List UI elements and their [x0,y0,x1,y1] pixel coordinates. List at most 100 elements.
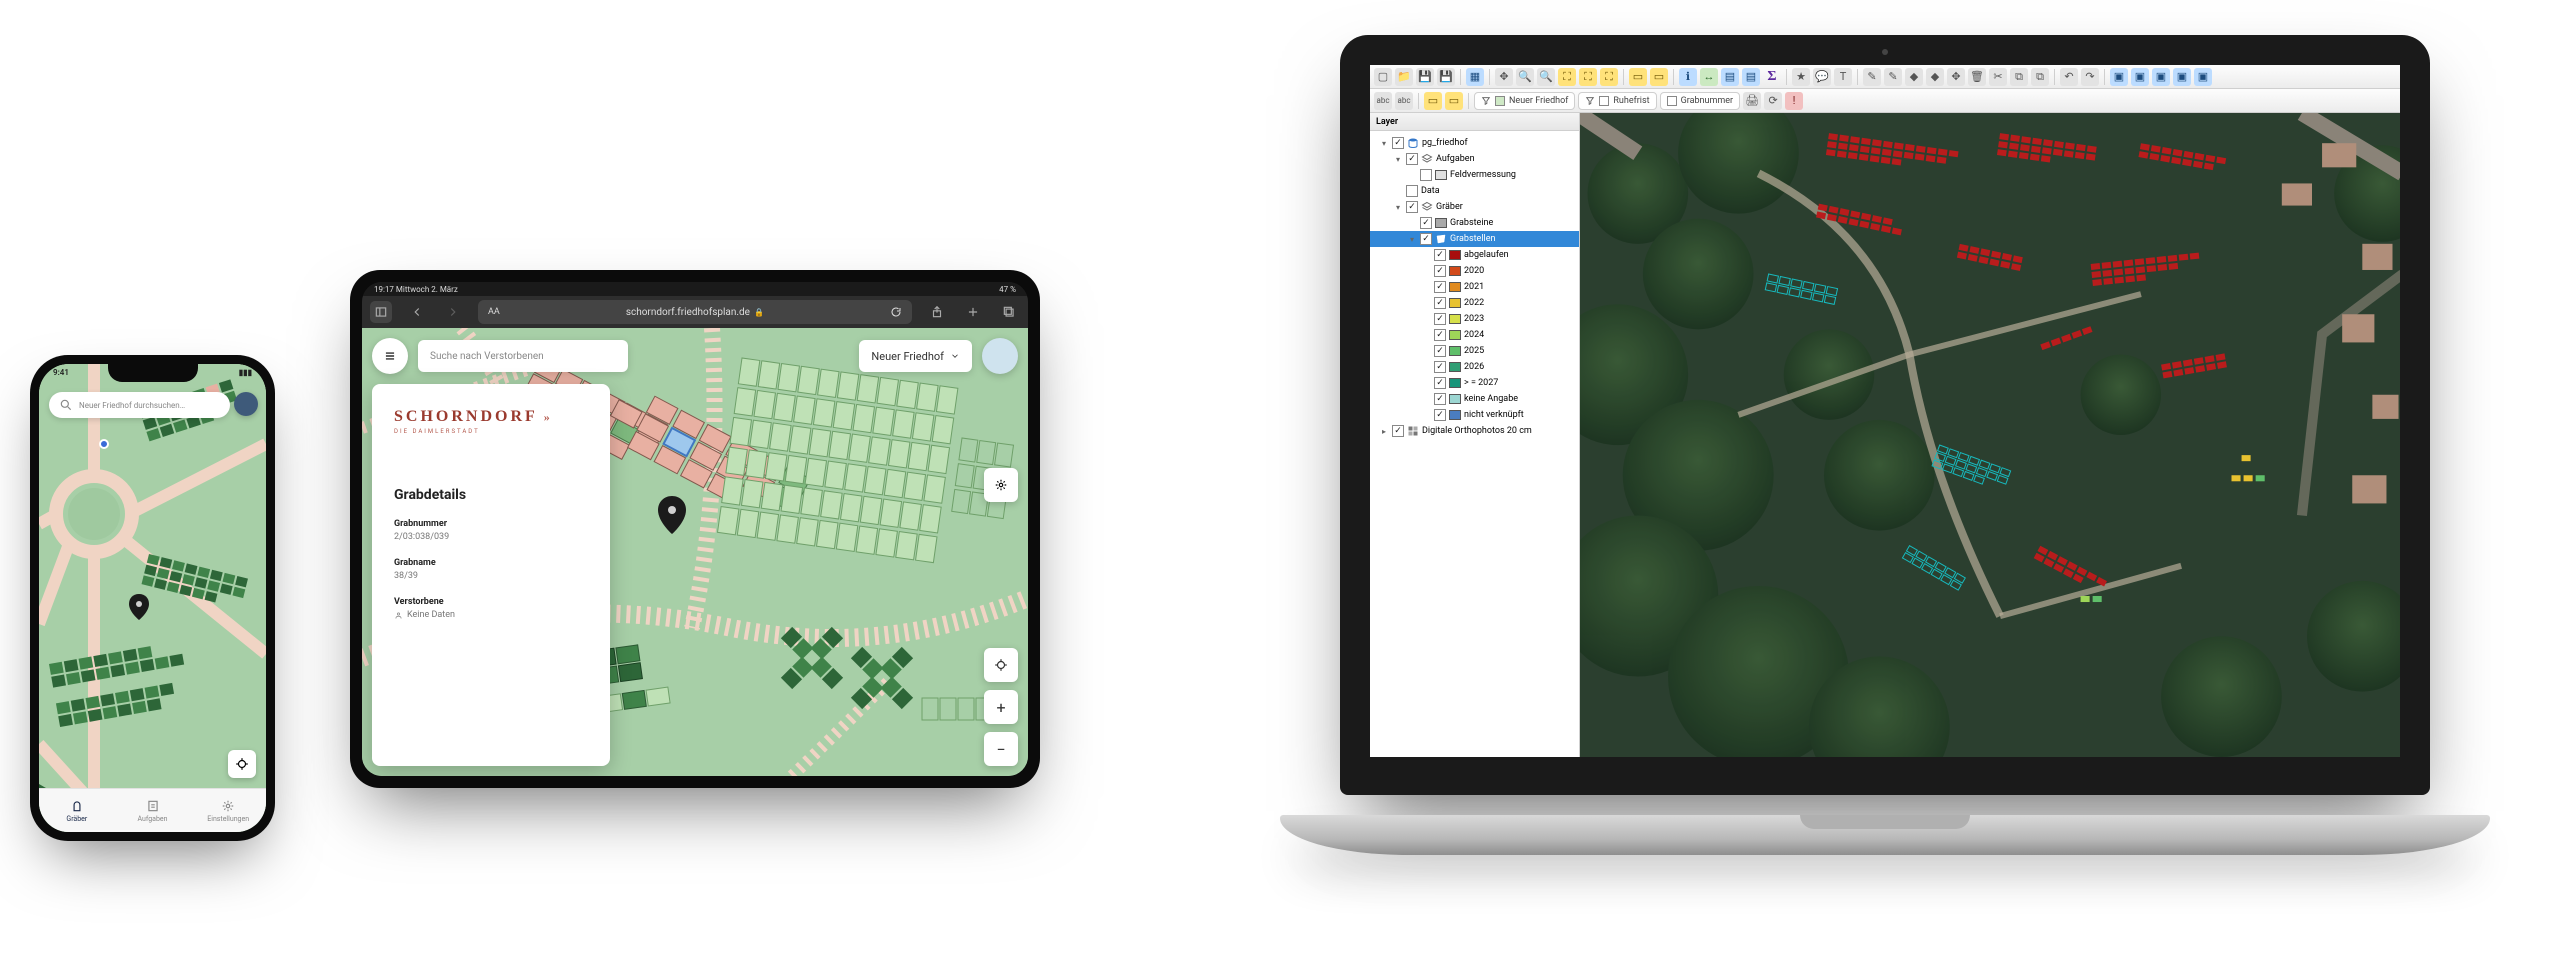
layer-tree-row[interactable]: ✓2023 [1370,311,1579,327]
layer-tree-row[interactable]: ▾✓Aufgaben [1370,151,1579,167]
layers-tree[interactable]: ▾✓pg_friedhof▾✓AufgabenFeldvermessungDat… [1370,131,1579,757]
cut-icon[interactable]: ✂ [1989,68,2007,86]
identify-icon[interactable]: ℹ [1679,68,1697,86]
print-icon[interactable]: 🖨 [1743,92,1761,110]
tree-expander-icon[interactable]: ▾ [1379,139,1389,148]
share-button[interactable] [926,301,948,323]
layer-tree-row[interactable]: ✓2025 [1370,343,1579,359]
phone-search-input[interactable]: Neuer Friedhof durchsuchen… [49,392,230,418]
add-feature-icon[interactable]: ◆ [1905,68,1923,86]
layer-tree-row[interactable]: ✓abgelaufen [1370,247,1579,263]
forward-button[interactable] [442,301,464,323]
theme-chip-rest[interactable]: Ruhefrist [1578,92,1656,110]
layer-tree-row[interactable]: ▾✓pg_friedhof [1370,135,1579,151]
tree-expander-icon[interactable]: ▾ [1407,235,1417,244]
nav-item-tasks[interactable]: Aufgaben [115,789,191,832]
new-project-icon[interactable]: ▢ [1374,68,1392,86]
layout-icon[interactable]: ▦ [1466,68,1484,86]
abc-icon[interactable]: abc [1374,92,1392,110]
redo-icon[interactable]: ↷ [2081,68,2099,86]
nav-item-graves[interactable]: Gräber [39,789,115,832]
field-calc-icon[interactable]: ▤ [1742,68,1760,86]
zoom-selection-icon[interactable]: ⛶ [1579,68,1597,86]
layer-tree-row[interactable]: ✓2021 [1370,279,1579,295]
undo-icon[interactable]: ↶ [2060,68,2078,86]
save-edits-icon[interactable]: ✎ [1884,68,1902,86]
layer-tree-row[interactable]: ▾✓Grabstellen [1370,231,1579,247]
layer-tree-row[interactable]: ✓nicht verknüpft [1370,407,1579,423]
zoom-in-icon[interactable]: 🔍 [1516,68,1534,86]
tree-checkbox[interactable]: ✓ [1434,313,1446,325]
tree-checkbox[interactable]: ✓ [1434,393,1446,405]
tree-checkbox[interactable]: ✓ [1392,137,1404,149]
paste-icon[interactable]: ⧉ [2031,68,2049,86]
vertex-tool-icon[interactable]: ◆ [1926,68,1944,86]
warning-icon[interactable]: ! [1785,92,1803,110]
copy-icon[interactable]: ⧉ [2010,68,2028,86]
tree-checkbox[interactable]: ✓ [1406,201,1418,213]
tree-checkbox[interactable]: ✓ [1434,249,1446,261]
layer-tree-row[interactable]: ✓> = 2027 [1370,375,1579,391]
save-project-icon[interactable]: 💾 [1416,68,1434,86]
attribute-table-icon[interactable]: ▤ [1721,68,1739,86]
plugin3-icon[interactable]: ▣ [2152,68,2170,86]
theme-chip-number[interactable]: Grabnummer [1660,92,1741,110]
layer-tree-row[interactable]: Feldvermessung [1370,167,1579,183]
sidebar-toggle-button[interactable] [370,301,392,323]
measure-icon[interactable]: ↔ [1700,68,1718,86]
tree-checkbox[interactable]: ✓ [1434,409,1446,421]
select-icon[interactable]: ▭ [1629,68,1647,86]
reload-icon[interactable] [890,306,902,318]
tree-checkbox[interactable] [1406,185,1418,197]
tips-icon[interactable]: 💬 [1813,68,1831,86]
layer-tree-row[interactable]: ▾✓Gräber [1370,199,1579,215]
tree-checkbox[interactable]: ✓ [1420,233,1432,245]
sigma-icon[interactable]: Σ [1763,68,1781,86]
qgis-map-canvas[interactable] [1580,113,2400,757]
zoom-layer-icon[interactable]: ⛶ [1600,68,1618,86]
theme-chip-cemetery[interactable]: Neuer Friedhof [1474,92,1575,110]
layer-tree-row[interactable]: ✓2022 [1370,295,1579,311]
plugin5-icon[interactable]: ▣ [2194,68,2212,86]
label-icon[interactable]: ▭ [1445,92,1463,110]
layer-tree-row[interactable]: ✓Grabsteine [1370,215,1579,231]
settings-button[interactable] [984,468,1018,502]
layer-tree-row[interactable]: ✓keine Angabe [1370,391,1579,407]
open-project-icon[interactable]: 📁 [1395,68,1413,86]
zoom-out-button[interactable]: − [984,732,1018,766]
tree-expander-icon[interactable]: ▾ [1393,203,1403,212]
locate-me-button[interactable] [984,648,1018,682]
deselect-icon[interactable]: ▭ [1650,68,1668,86]
bookmark-icon[interactable]: ★ [1792,68,1810,86]
pan-icon[interactable]: ✥ [1495,68,1513,86]
cemetery-dropdown[interactable]: Neuer Friedhof [859,340,972,372]
deceased-search-input[interactable]: Suche nach Verstorbenen [418,340,628,372]
zoom-full-icon[interactable]: ⛶ [1558,68,1576,86]
tree-checkbox[interactable]: ✓ [1392,425,1404,437]
toggle-edit-icon[interactable]: ✎ [1863,68,1881,86]
tree-checkbox[interactable]: ✓ [1406,153,1418,165]
tree-checkbox[interactable]: ✓ [1434,297,1446,309]
layer-tree-row[interactable]: ▸✓Digitale Orthophotos 20 cm [1370,423,1579,439]
move-feature-icon[interactable]: ✥ [1947,68,1965,86]
tree-expander-icon[interactable]: ▸ [1379,427,1389,436]
layer-tree-row[interactable]: Data [1370,183,1579,199]
refresh-icon[interactable]: ⟳ [1764,92,1782,110]
tree-checkbox[interactable]: ✓ [1434,265,1446,277]
text-size-control[interactable]: AA [488,307,500,317]
layer-tree-row[interactable]: ✓2020 [1370,263,1579,279]
phone-avatar[interactable] [234,392,258,416]
zoom-in-button[interactable]: + [984,690,1018,724]
zoom-out-icon[interactable]: 🔍 [1537,68,1555,86]
plugin2-icon[interactable]: ▣ [2131,68,2149,86]
locate-me-button[interactable] [228,750,256,778]
tree-checkbox[interactable]: ✓ [1434,361,1446,373]
tabs-button[interactable] [998,301,1020,323]
tree-checkbox[interactable]: ✓ [1434,345,1446,357]
tree-checkbox[interactable]: ✓ [1420,217,1432,229]
tree-checkbox[interactable]: ✓ [1434,281,1446,293]
new-tab-button[interactable] [962,301,984,323]
text-anno-icon[interactable]: T [1834,68,1852,86]
back-button[interactable] [406,301,428,323]
abc-icon[interactable]: abc [1395,92,1413,110]
